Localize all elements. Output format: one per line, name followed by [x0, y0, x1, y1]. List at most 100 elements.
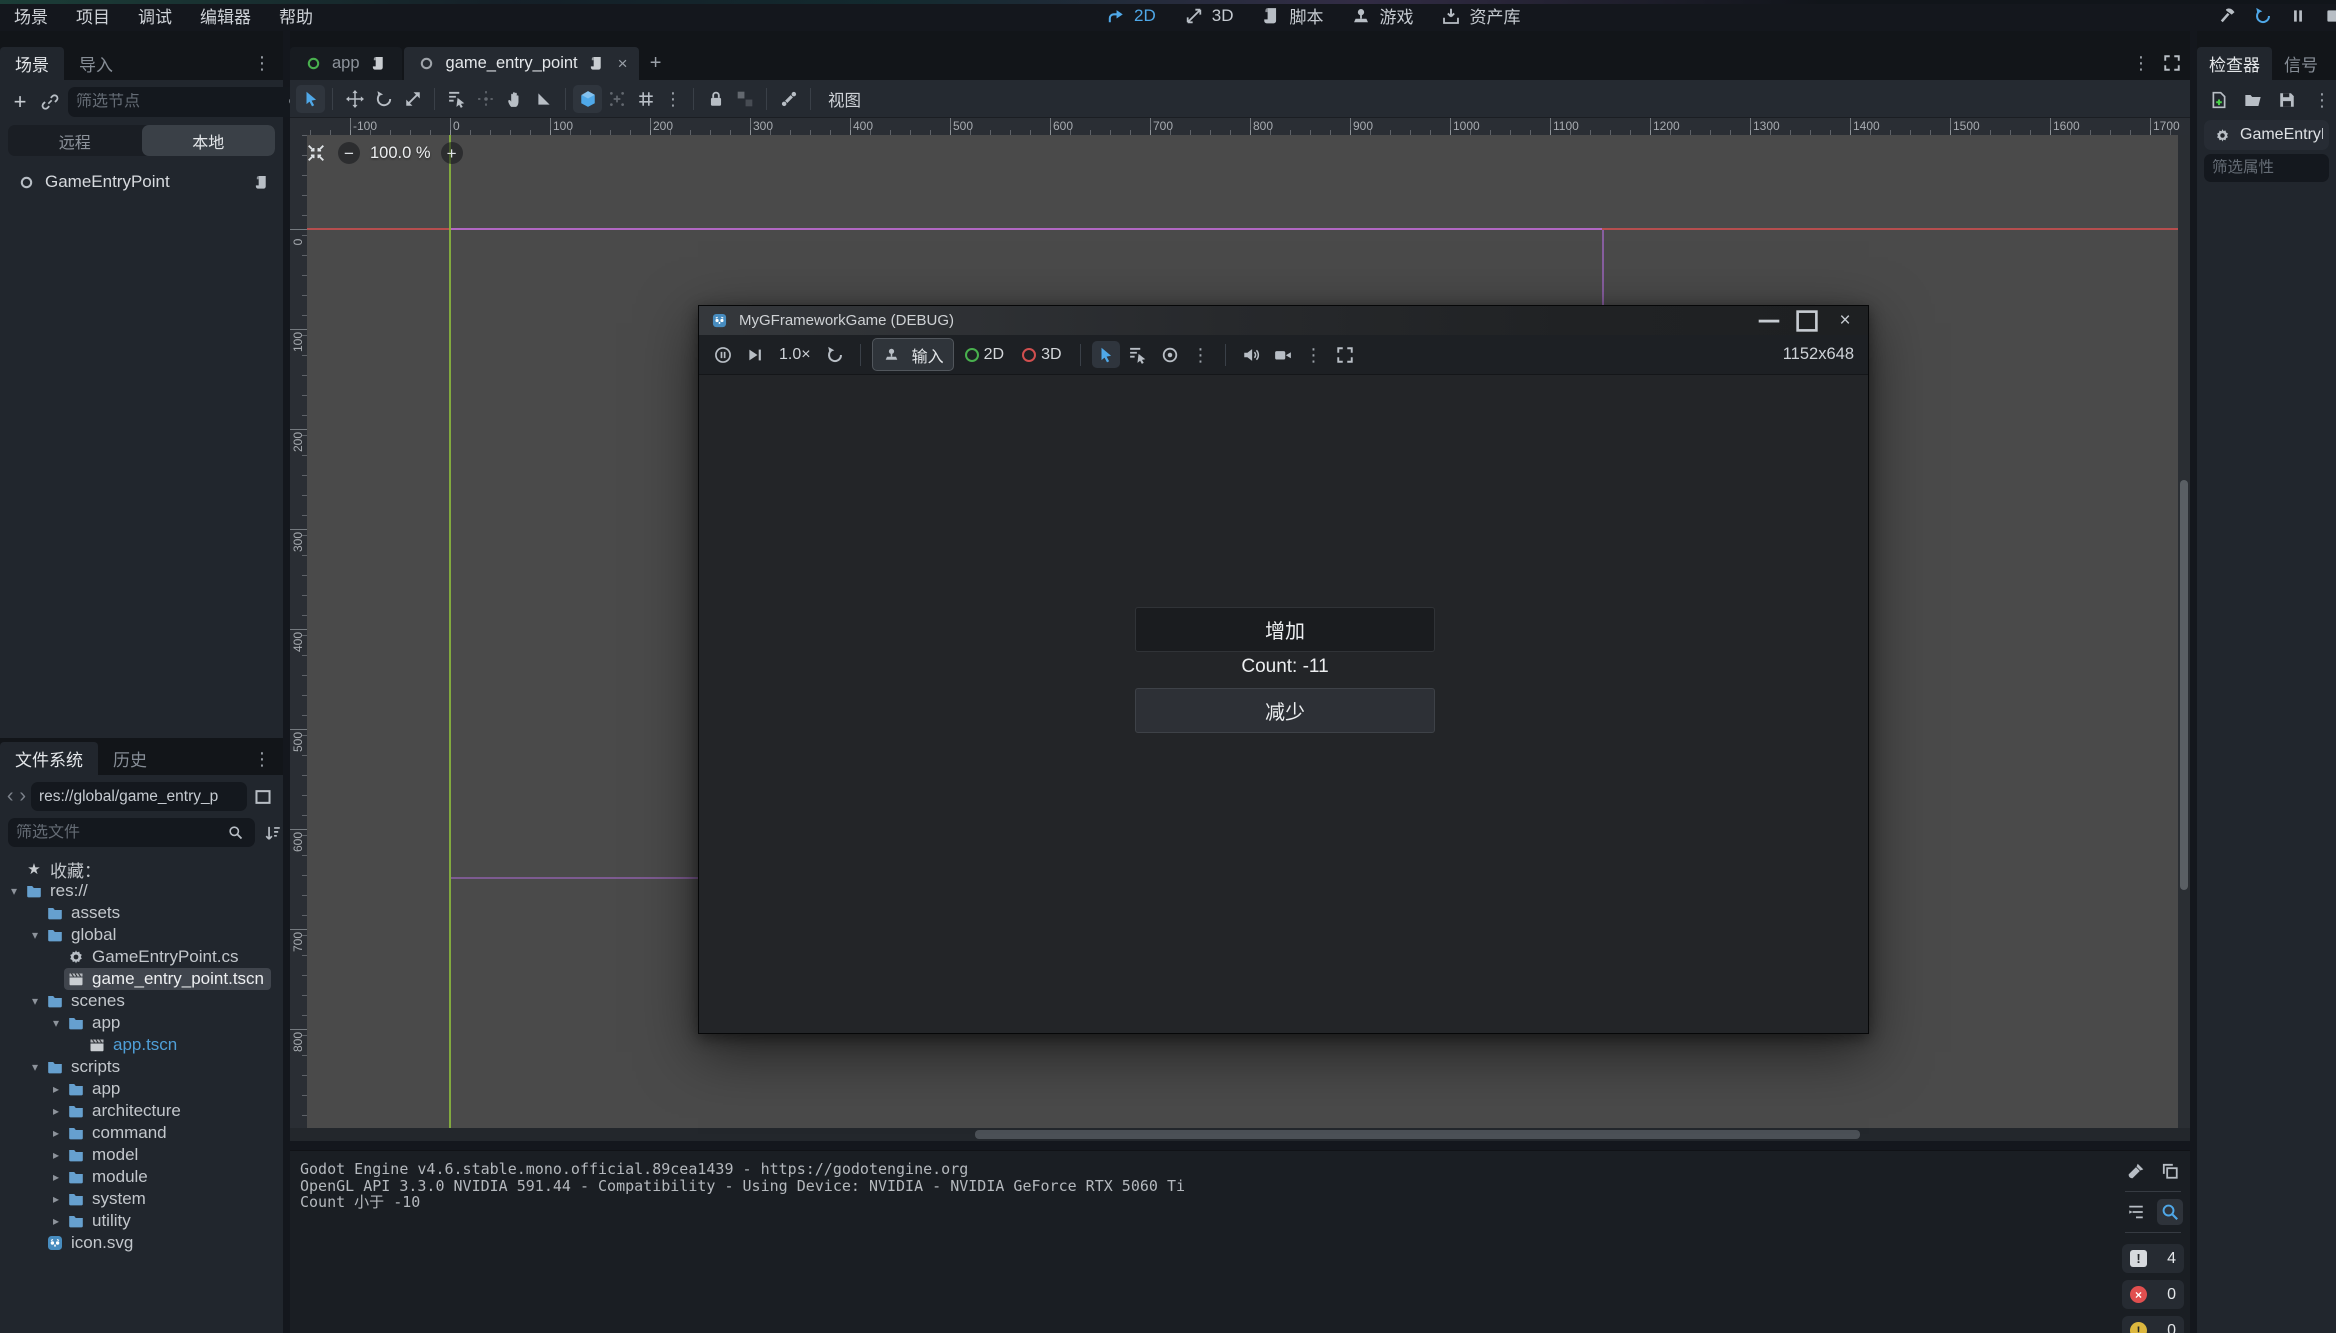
messages-count-badge[interactable]: !4: [2122, 1244, 2184, 1273]
filesystem-menu-icon[interactable]: ⋮: [249, 748, 275, 770]
select-arrow-icon[interactable]: [296, 85, 325, 113]
select-arrow-icon[interactable]: [1092, 341, 1120, 368]
left-dock-menu-icon[interactable]: ⋮: [249, 52, 275, 74]
scene-filter-field[interactable]: [68, 87, 315, 117]
center-view-icon[interactable]: [304, 141, 328, 165]
expand-arrow-icon[interactable]: ▸: [48, 1104, 64, 1118]
close-button[interactable]: ×: [1830, 310, 1860, 332]
remote-tab[interactable]: 远程: [8, 125, 142, 156]
fs-tree-item-res[interactable]: ▾res://: [0, 880, 283, 902]
nav-back-icon[interactable]: ‹: [6, 785, 15, 808]
fs-tree-item-architecture[interactable]: ▸architecture: [0, 1100, 283, 1122]
ruler-tool-icon[interactable]: [529, 85, 558, 113]
expand-arrow-icon[interactable]: ▸: [48, 1126, 64, 1140]
local-tab[interactable]: 本地: [142, 125, 276, 156]
script-scroll-icon[interactable]: [249, 170, 273, 194]
inspected-node-row[interactable]: GameEntryPoint.: [2204, 120, 2329, 150]
fs-tree-item-app[interactable]: ▾app: [0, 1012, 283, 1034]
load-resource-icon[interactable]: [2241, 88, 2265, 112]
camera-mode-2D[interactable]: 2D: [958, 346, 1011, 364]
add-node-icon[interactable]: +: [8, 90, 32, 114]
collapse-arrow-icon[interactable]: ▾: [27, 994, 43, 1008]
collapse-arrow-icon[interactable]: ▾: [6, 884, 22, 898]
clear-output-icon[interactable]: [2123, 1158, 2149, 1184]
pause-button[interactable]: [2285, 3, 2311, 29]
filter-messages-icon[interactable]: [2123, 1199, 2149, 1225]
smart-snap-icon[interactable]: [573, 85, 602, 113]
expand-arrow-icon[interactable]: ▸: [48, 1192, 64, 1206]
fullscreen-icon[interactable]: [1331, 341, 1359, 368]
grid-snap-icon[interactable]: [602, 85, 631, 113]
stop-button[interactable]: [2320, 3, 2336, 29]
minimize-button[interactable]: [1754, 310, 1784, 332]
pan-hand-icon[interactable]: [500, 85, 529, 113]
save-resource-icon[interactable]: [2275, 88, 2299, 112]
fs-tree-item-app[interactable]: ▸app: [0, 1078, 283, 1100]
mode-button-2D[interactable]: 2D: [1095, 0, 1165, 31]
new-scene-tab-button[interactable]: +: [641, 47, 671, 80]
collapse-arrow-icon[interactable]: ▾: [48, 1016, 64, 1030]
game-toolbar-options-icon[interactable]: ⋮: [1188, 344, 1214, 366]
expand-arrow-icon[interactable]: ▸: [48, 1082, 64, 1096]
next-frame-icon[interactable]: [741, 341, 769, 368]
canvas-horizontal-scrollbar[interactable]: [290, 1128, 2190, 1141]
snap-options-icon[interactable]: [631, 85, 660, 113]
zoom-in-button[interactable]: +: [441, 142, 463, 164]
camera-icon[interactable]: [1269, 341, 1297, 368]
copy-output-icon[interactable]: [2157, 1158, 2183, 1184]
scale-tool-icon[interactable]: [398, 85, 427, 113]
script-scroll-icon[interactable]: [585, 52, 609, 76]
input-mode-toggle[interactable]: 输入: [872, 338, 954, 371]
split-view-icon[interactable]: [251, 785, 275, 809]
lock-icon[interactable]: [701, 85, 730, 113]
mode-button-脚本[interactable]: 脚本: [1250, 0, 1332, 31]
pause-circle-icon[interactable]: [709, 341, 737, 368]
fs-tree-item-scenes[interactable]: ▾scenes: [0, 990, 283, 1012]
path-field[interactable]: [31, 782, 247, 811]
sort-files-icon[interactable]: [261, 821, 285, 845]
expand-arrow-icon[interactable]: ▸: [48, 1214, 64, 1228]
expand-arrow-icon[interactable]: ▸: [48, 1148, 64, 1162]
nav-forward-icon[interactable]: ›: [19, 785, 28, 808]
fs-tree-item-scripts[interactable]: ▾scripts: [0, 1056, 283, 1078]
game-toolbar-options-icon[interactable]: ⋮: [1301, 344, 1327, 366]
script-scroll-icon[interactable]: [367, 52, 391, 76]
view-menu-button[interactable]: 视图: [818, 84, 871, 114]
move-tool-icon[interactable]: [340, 85, 369, 113]
output-log[interactable]: Godot Engine v4.6.stable.mono.official.8…: [300, 1161, 2110, 1211]
fs-tree-item-assets[interactable]: assets: [0, 902, 283, 924]
increase-button[interactable]: 增加: [1135, 607, 1435, 652]
warnings-count-badge[interactable]: !0: [2122, 1316, 2184, 1333]
restart-button[interactable]: [2250, 3, 2276, 29]
menu-item-3[interactable]: 编辑器: [186, 0, 265, 31]
close-tab-icon[interactable]: ×: [616, 54, 628, 74]
restart-icon[interactable]: [821, 341, 849, 368]
eye-target-icon[interactable]: [1156, 341, 1184, 368]
speed-label[interactable]: 1.0×: [773, 346, 817, 364]
scene-tab-game_entry_point[interactable]: game_entry_point×: [404, 47, 639, 80]
fs-tree-item-app.tscn[interactable]: app.tscn: [0, 1034, 283, 1056]
tab-inspector[interactable]: 检查器: [2197, 47, 2272, 80]
scene-filter-input[interactable]: [76, 93, 283, 111]
vscroll-thumb[interactable]: [2180, 480, 2188, 890]
tab-filesystem[interactable]: 文件系统: [0, 742, 98, 775]
zoom-out-button[interactable]: −: [338, 142, 360, 164]
list-select-icon[interactable]: [1124, 341, 1152, 368]
fs-tree-item-global[interactable]: ▾global: [0, 924, 283, 946]
scene-tree-root-node[interactable]: GameEntryPoint: [0, 167, 283, 197]
fs-tree-item-game_entry_point.tscn[interactable]: game_entry_point.tscn: [0, 968, 283, 990]
bone-icon[interactable]: [774, 85, 803, 113]
speaker-icon[interactable]: [1237, 341, 1265, 368]
tab-history[interactable]: 历史: [98, 742, 162, 775]
scene-tab-app[interactable]: app: [290, 47, 402, 80]
fs-tree-item-model[interactable]: ▸model: [0, 1144, 283, 1166]
property-filter-field[interactable]: [2204, 154, 2329, 182]
inspector-options-icon[interactable]: ⋮: [2309, 89, 2335, 111]
expand-arrow-icon[interactable]: ▸: [48, 1170, 64, 1184]
group-icon[interactable]: [730, 85, 759, 113]
rotate-tool-icon[interactable]: [369, 85, 398, 113]
collapse-arrow-icon[interactable]: ▾: [27, 1060, 43, 1074]
scene-tabs-menu-icon[interactable]: ⋮: [2128, 52, 2154, 74]
decrease-button[interactable]: 减少: [1135, 688, 1435, 733]
mode-button-游戏[interactable]: 游戏: [1340, 0, 1422, 31]
